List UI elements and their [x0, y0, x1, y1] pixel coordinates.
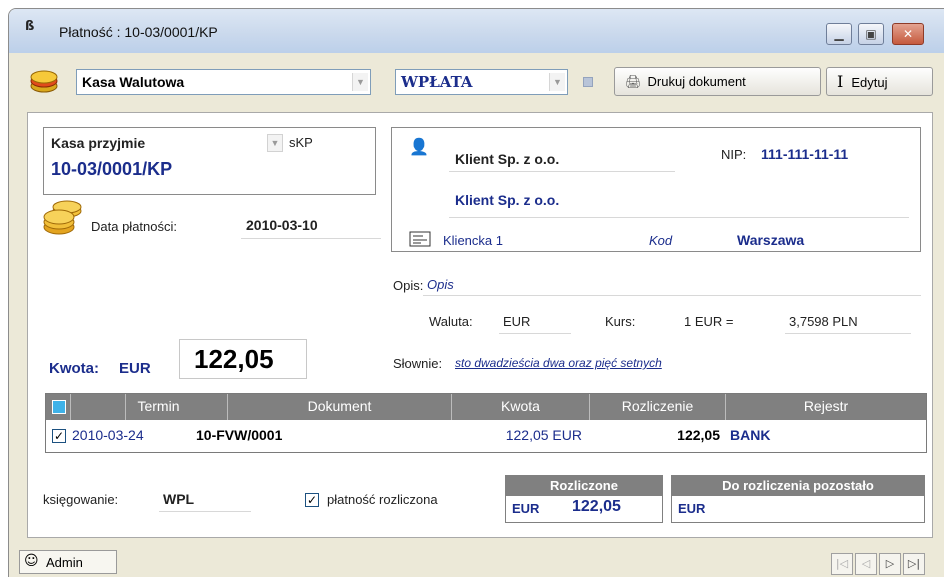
address-card-icon [409, 231, 431, 247]
chevron-down-icon[interactable]: ▼ [267, 134, 283, 152]
amount-in-words: sto dwadzieścia dwa oraz pięć setnych [455, 356, 662, 370]
last-record-icon[interactable]: ▷| [903, 553, 925, 575]
next-record-icon[interactable]: ▷ [879, 553, 901, 575]
nip-label: NIP: [721, 147, 747, 162]
cell-termin: 2010-03-24 [72, 427, 144, 443]
remaining-currency: EUR [678, 501, 706, 516]
settled-summary-title: Rozliczone [506, 476, 662, 496]
amount-in-words-label: Słownie: [393, 356, 443, 371]
chevron-down-icon[interactable]: ▼ [352, 73, 368, 91]
previous-record-icon[interactable]: ◁ [855, 553, 877, 575]
settled-amount: 122,05 [572, 498, 621, 515]
divider [449, 171, 675, 172]
divider [785, 333, 911, 334]
rate-value[interactable]: 3,7598 PLN [789, 314, 858, 329]
date-label: Data płatności: [91, 219, 177, 234]
app-icon: ß [25, 19, 35, 34]
divider [159, 511, 251, 512]
client-street: Kliencka 1 [443, 233, 503, 248]
column-header-termin[interactable]: Termin [90, 394, 228, 420]
person-icon: 👤 [409, 137, 429, 156]
settled-summary-box: Rozliczone EUR 122,05 [505, 475, 663, 523]
title-bar: ß Płatność : 10-03/0001/KP ▁ ▣ ✕ [9, 9, 944, 53]
document-kind[interactable]: Kasa przyjmie [51, 135, 145, 151]
cash-register-select[interactable]: Kasa Walutowa ▼ [76, 69, 371, 95]
amount-label: Kwota: [49, 360, 99, 377]
posting-value[interactable]: WPL [163, 491, 194, 507]
settlements-table: Termin Dokument Kwota Rozliczenie Rejest… [45, 393, 927, 453]
nip-value: 111-111-11-11 [761, 146, 849, 162]
user-icon: ☺ [24, 553, 39, 569]
description-label: Opis: [393, 278, 424, 293]
settled-currency: EUR [512, 501, 540, 516]
remaining-summary-title: Do rozliczenia pozostało [672, 476, 924, 496]
table-header: Termin Dokument Kwota Rozliczenie Rejest… [46, 394, 926, 420]
divider [499, 333, 571, 334]
close-button[interactable]: ✕ [892, 23, 924, 45]
cell-dokument: 10-FVW/0001 [196, 427, 283, 443]
settled-checkbox[interactable]: ✓ [305, 493, 319, 507]
payment-window: ß Płatność : 10-03/0001/KP ▁ ▣ ✕ Kasa Wa… [8, 8, 944, 577]
client-postal: Kod [649, 233, 673, 248]
window-title: Płatność : 10-03/0001/KP [59, 24, 218, 40]
client-city: Warszawa [737, 232, 805, 248]
chevron-down-icon[interactable]: ▼ [549, 73, 565, 91]
column-header-kwota[interactable]: Kwota [452, 394, 590, 420]
description-value[interactable]: Opis [427, 277, 454, 292]
settled-label[interactable]: płatność rozliczona [327, 492, 438, 507]
row-checkbox[interactable]: ✓ [52, 429, 66, 443]
date-value[interactable]: 2010-03-10 [246, 217, 318, 233]
rate-label: Kurs: [605, 314, 636, 329]
maximize-button[interactable]: ▣ [858, 23, 884, 45]
column-header-rozliczenie[interactable]: Rozliczenie [590, 394, 726, 420]
print-document-button[interactable]: 🖨 Drukuj dokument [614, 67, 821, 96]
amount-field[interactable]: 122,05 [179, 339, 307, 379]
remaining-summary-box: Do rozliczenia pozostało EUR [671, 475, 925, 523]
first-record-icon[interactable]: |◁ [831, 553, 853, 575]
rate-unit: 1 EUR = [684, 314, 734, 329]
posting-label: księgowanie: [43, 492, 119, 507]
document-number: 10-03/0001/KP [51, 159, 173, 179]
document-series: sKP [289, 135, 313, 150]
payment-type-select[interactable]: WPŁATA ▼ [395, 69, 568, 95]
column-header-rejestr[interactable]: Rejestr [726, 394, 926, 420]
currency-value[interactable]: EUR [503, 314, 530, 329]
user-panel[interactable]: ☺ Admin [19, 550, 117, 574]
cell-rejestr: BANK [730, 427, 771, 443]
currency-label: Waluta: [429, 314, 473, 329]
client-name[interactable]: Klient Sp. z o.o. [455, 151, 559, 167]
minimize-button[interactable]: ▁ [826, 23, 852, 45]
divider [423, 295, 921, 296]
amount-currency: EUR [119, 360, 151, 377]
coins-icon [30, 70, 58, 93]
divider [241, 238, 381, 239]
coins-stack-icon [43, 200, 82, 235]
status-indicator [583, 77, 593, 87]
edit-button[interactable]: I Edytuj [826, 67, 933, 96]
user-name: Admin [46, 555, 83, 570]
status-bar: ☺ Admin |◁ ◁ ▷ ▷| [9, 543, 944, 577]
select-all-checkbox[interactable] [52, 400, 66, 414]
text-cursor-icon: I [837, 72, 844, 91]
cell-rozliczenie: 122,05 [677, 427, 720, 443]
printer-icon: 🖨 [625, 75, 642, 90]
column-header-dokument[interactable]: Dokument [228, 394, 452, 420]
divider [449, 217, 909, 218]
cell-kwota: 122,05 EUR [505, 427, 582, 443]
client-full-name: Klient Sp. z o.o. [455, 192, 560, 208]
